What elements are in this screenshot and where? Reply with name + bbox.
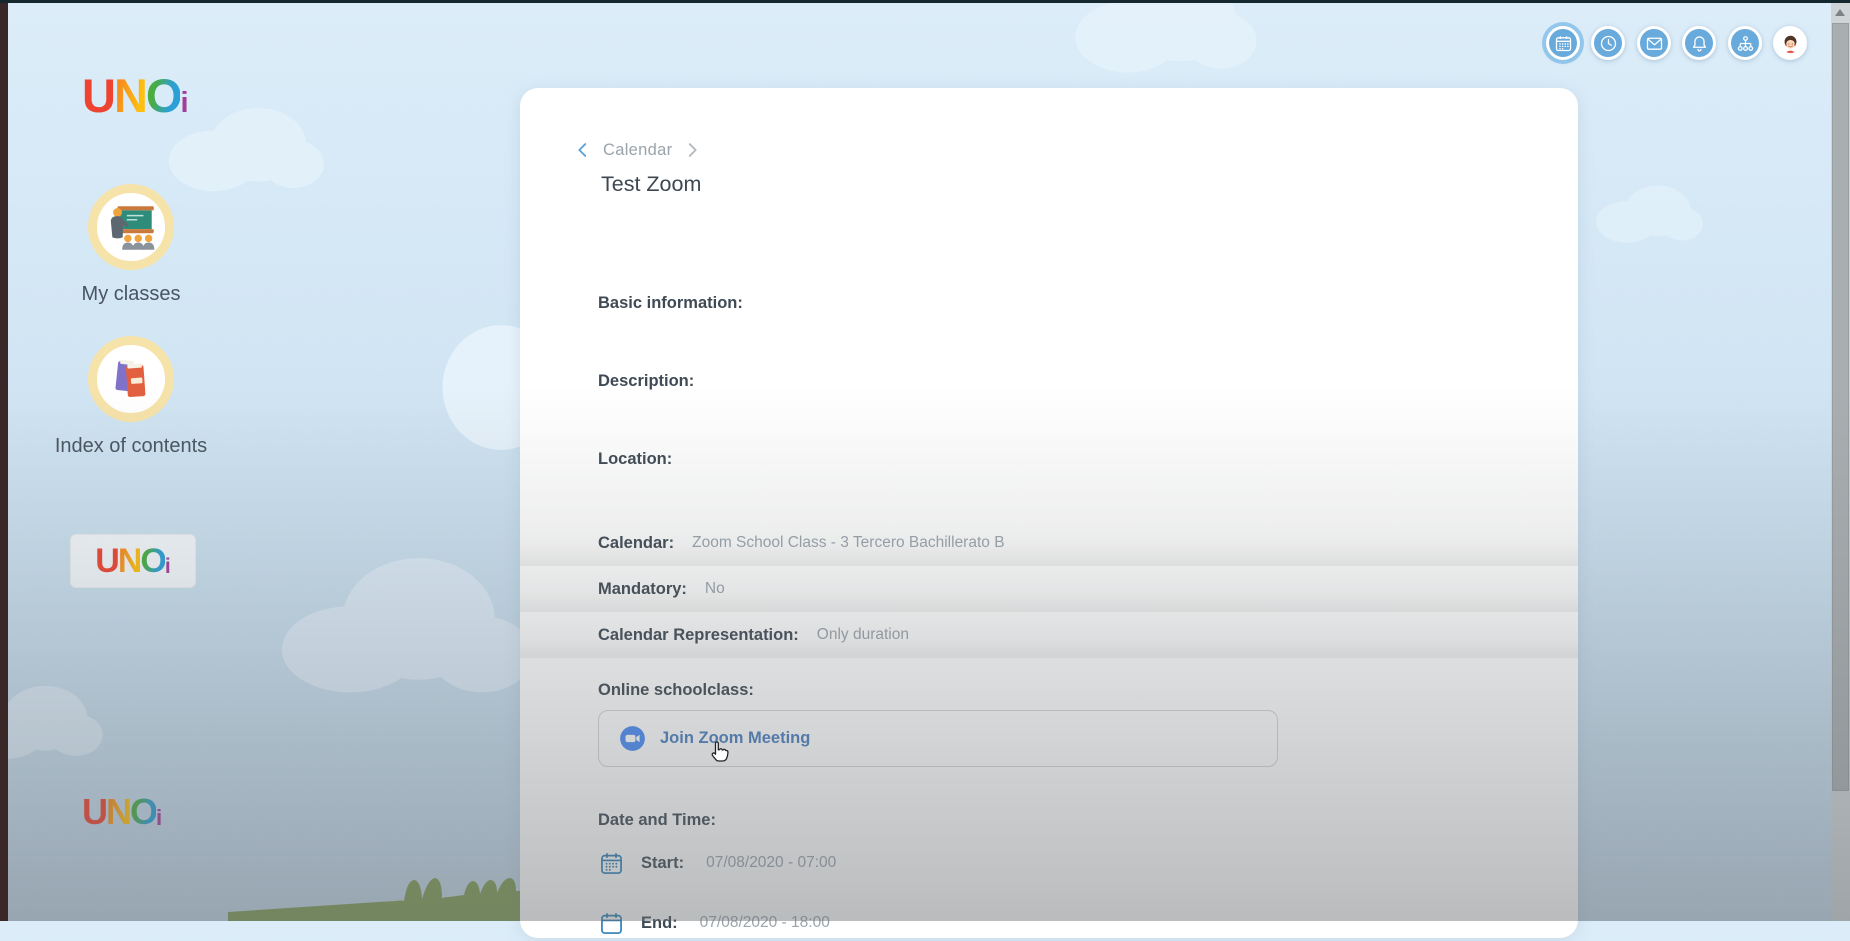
back-chevron-icon[interactable]	[572, 139, 594, 161]
mandatory-field-row: Mandatory: No	[520, 566, 1578, 612]
sidebar-item-label: My classes	[82, 283, 181, 306]
chevron-right-icon	[681, 139, 703, 161]
description-label: Description:	[598, 372, 694, 391]
calendar-nav-button[interactable]	[1546, 26, 1580, 60]
start-value: 07/08/2020 - 07:00	[706, 854, 836, 872]
clock-icon	[1598, 33, 1619, 54]
logo-letter: i	[165, 556, 171, 578]
mouse-cursor	[705, 738, 733, 766]
zoom-camera-icon	[619, 725, 646, 752]
join-zoom-meeting-label: Join Zoom Meeting	[660, 729, 810, 748]
top-edge-bar	[0, 0, 1850, 3]
logo-letter: i	[180, 89, 188, 119]
grass-decoration	[228, 874, 533, 921]
mandatory-field-value: No	[705, 580, 725, 598]
location-label: Location:	[598, 450, 672, 469]
basic-information-label: Basic information:	[598, 294, 743, 313]
user-avatar-button[interactable]	[1773, 26, 1807, 60]
sidebar-item-label: Index of contents	[55, 435, 207, 458]
logo-letter: U	[82, 794, 106, 830]
hierarchy-icon	[1735, 33, 1756, 54]
calendar-representation-field-row: Calendar Representation: Only duration	[520, 612, 1578, 658]
app-logo-footer: UNOi	[82, 794, 162, 830]
logo-letter: i	[156, 807, 162, 830]
calendar-representation-label: Calendar Representation:	[598, 626, 799, 645]
logo-letter: O	[130, 794, 156, 830]
start-label: Start:	[641, 854, 684, 873]
sidebar-item-index-of-contents[interactable]: Index of contents	[21, 336, 241, 458]
my-classes-circle	[88, 184, 174, 270]
end-row: End: 07/08/2020 - 18:00	[598, 905, 830, 941]
page-title: Test Zoom	[601, 172, 701, 197]
logo-letter: N	[118, 544, 141, 578]
start-row: Start: 07/08/2020 - 07:00	[598, 845, 836, 881]
scrollbar-up-arrow[interactable]	[1835, 9, 1845, 16]
mail-nav-button[interactable]	[1637, 26, 1671, 60]
left-edge-bar	[0, 0, 8, 921]
app-logo[interactable]: UNOi	[82, 72, 189, 119]
calendar-date-icon	[598, 910, 625, 937]
logo-letter: U	[95, 544, 118, 578]
calendar-field-row: Calendar: Zoom School Class - 3 Tercero …	[520, 520, 1578, 566]
calendar-field-label: Calendar:	[598, 534, 674, 553]
mandatory-field-label: Mandatory:	[598, 580, 687, 599]
calendar-representation-value: Only duration	[817, 626, 909, 644]
index-of-contents-circle	[88, 336, 174, 422]
breadcrumb: Calendar	[572, 139, 703, 161]
event-detail-card: Calendar Test Zoom Basic information: De…	[520, 88, 1578, 938]
bell-icon	[1689, 33, 1710, 54]
page-scrollbar[interactable]	[1831, 3, 1850, 921]
avatar	[1780, 33, 1801, 54]
mail-icon	[1644, 33, 1665, 54]
end-value: 07/08/2020 - 18:00	[700, 914, 830, 932]
app-logo-small: UNOi	[95, 544, 170, 578]
scrollbar-thumb[interactable]	[1832, 23, 1849, 791]
cloud	[1588, 180, 1710, 246]
logo-letter: O	[146, 72, 181, 119]
sidebar-item-my-classes[interactable]: My classes	[21, 184, 241, 306]
breadcrumb-calendar[interactable]: Calendar	[603, 141, 672, 160]
end-label: End:	[641, 914, 678, 933]
date-and-time-label: Date and Time:	[598, 811, 716, 830]
logo-card[interactable]: UNOi	[70, 534, 196, 588]
online-schoolclass-label: Online schoolclass:	[598, 681, 754, 700]
logo-letter: N	[114, 72, 146, 119]
cloud	[1020, 0, 1310, 78]
books-icon	[102, 350, 160, 408]
hierarchy-nav-button[interactable]	[1728, 26, 1762, 60]
join-zoom-meeting-button[interactable]: Join Zoom Meeting	[598, 710, 1278, 767]
cloud	[272, 548, 540, 700]
classroom-icon	[102, 198, 160, 256]
calendar-date-icon	[598, 850, 625, 877]
calendar-icon	[1553, 33, 1574, 54]
notifications-nav-button[interactable]	[1682, 26, 1716, 60]
logo-letter: U	[82, 72, 114, 119]
cloud	[0, 678, 104, 764]
logo-letter: O	[140, 544, 164, 578]
calendar-field-value: Zoom School Class - 3 Tercero Bachillera…	[692, 534, 1004, 552]
clock-nav-button[interactable]	[1591, 26, 1625, 60]
logo-letter: N	[106, 794, 130, 830]
